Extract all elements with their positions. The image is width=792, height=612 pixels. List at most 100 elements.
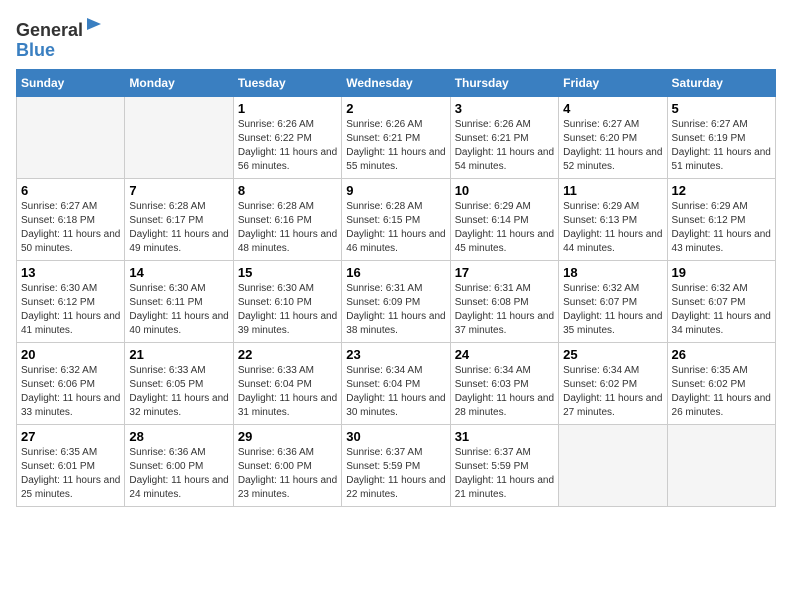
day-detail: Sunrise: 6:36 AMSunset: 6:00 PMDaylight:…: [129, 446, 228, 502]
logo: General Blue: [16, 16, 105, 61]
dow-header: Saturday: [667, 69, 775, 96]
calendar-cell: 17 Sunrise: 6:31 AMSunset: 6:08 PMDayligh…: [450, 260, 558, 342]
calendar-cell: 30 Sunrise: 6:37 AMSunset: 5:59 PMDayligh…: [342, 424, 450, 506]
day-number: 8: [238, 183, 337, 198]
calendar-cell: 2 Sunrise: 6:26 AMSunset: 6:21 PMDaylight…: [342, 96, 450, 178]
calendar-week-row: 13 Sunrise: 6:30 AMSunset: 6:12 PMDayligh…: [17, 260, 776, 342]
day-number: 29: [238, 429, 337, 444]
calendar-cell: 23 Sunrise: 6:34 AMSunset: 6:04 PMDayligh…: [342, 342, 450, 424]
day-number: 3: [455, 101, 554, 116]
day-detail: Sunrise: 6:30 AMSunset: 6:12 PMDaylight:…: [21, 282, 120, 338]
day-detail: Sunrise: 6:27 AMSunset: 6:19 PMDaylight:…: [672, 118, 771, 174]
page-header: General Blue: [16, 16, 776, 61]
calendar-cell: 5 Sunrise: 6:27 AMSunset: 6:19 PMDaylight…: [667, 96, 775, 178]
day-number: 13: [21, 265, 120, 280]
day-detail: Sunrise: 6:32 AMSunset: 6:07 PMDaylight:…: [563, 282, 662, 338]
day-detail: Sunrise: 6:31 AMSunset: 6:08 PMDaylight:…: [455, 282, 554, 338]
day-detail: Sunrise: 6:34 AMSunset: 6:02 PMDaylight:…: [563, 364, 662, 420]
day-detail: Sunrise: 6:36 AMSunset: 6:00 PMDaylight:…: [238, 446, 337, 502]
calendar-cell: [125, 96, 233, 178]
calendar-cell: 4 Sunrise: 6:27 AMSunset: 6:20 PMDaylight…: [559, 96, 667, 178]
calendar-week-row: 20 Sunrise: 6:32 AMSunset: 6:06 PMDayligh…: [17, 342, 776, 424]
calendar-cell: 14 Sunrise: 6:30 AMSunset: 6:11 PMDayligh…: [125, 260, 233, 342]
calendar-cell: 15Sunrise: 6:30 AMSunset: 6:10 PMDayligh…: [233, 260, 341, 342]
day-number: 19: [672, 265, 771, 280]
logo-flag-icon: [85, 16, 105, 36]
calendar-cell: 27 Sunrise: 6:35 AMSunset: 6:01 PMDayligh…: [17, 424, 125, 506]
day-number: 15: [238, 265, 337, 280]
days-of-week-row: SundayMondayTuesdayWednesdayThursdayFrid…: [17, 69, 776, 96]
day-detail: Sunrise: 6:32 AMSunset: 6:07 PMDaylight:…: [672, 282, 771, 338]
calendar-cell: 8 Sunrise: 6:28 AMSunset: 6:16 PMDaylight…: [233, 178, 341, 260]
day-number: 5: [672, 101, 771, 116]
calendar-cell: [17, 96, 125, 178]
day-number: 14: [129, 265, 228, 280]
day-number: 25: [563, 347, 662, 362]
day-number: 10: [455, 183, 554, 198]
calendar-week-row: 6Sunrise: 6:27 AMSunset: 6:18 PMDaylight…: [17, 178, 776, 260]
day-detail: Sunrise: 6:35 AMSunset: 6:01 PMDaylight:…: [21, 446, 120, 502]
calendar-cell: 29 Sunrise: 6:36 AMSunset: 6:00 PMDayligh…: [233, 424, 341, 506]
day-detail: Sunrise: 6:33 AMSunset: 6:05 PMDaylight:…: [129, 364, 228, 420]
day-detail: Sunrise: 6:30 AMSunset: 6:11 PMDaylight:…: [129, 282, 228, 338]
calendar-cell: 31 Sunrise: 6:37 AMSunset: 5:59 PMDayligh…: [450, 424, 558, 506]
dow-header: Wednesday: [342, 69, 450, 96]
calendar-cell: 16 Sunrise: 6:31 AMSunset: 6:09 PMDayligh…: [342, 260, 450, 342]
calendar-cell: [667, 424, 775, 506]
day-number: 11: [563, 183, 662, 198]
logo-general: General: [16, 20, 83, 40]
calendar-cell: 12Sunrise: 6:29 AMSunset: 6:12 PMDayligh…: [667, 178, 775, 260]
dow-header: Tuesday: [233, 69, 341, 96]
day-detail: Sunrise: 6:27 AMSunset: 6:20 PMDaylight:…: [563, 118, 662, 174]
day-detail: Sunrise: 6:35 AMSunset: 6:02 PMDaylight:…: [672, 364, 771, 420]
day-detail: Sunrise: 6:34 AMSunset: 6:03 PMDaylight:…: [455, 364, 554, 420]
day-detail: Sunrise: 6:28 AMSunset: 6:17 PMDaylight:…: [129, 200, 228, 256]
day-number: 2: [346, 101, 445, 116]
day-detail: Sunrise: 6:28 AMSunset: 6:15 PMDaylight:…: [346, 200, 445, 256]
calendar-cell: 11Sunrise: 6:29 AMSunset: 6:13 PMDayligh…: [559, 178, 667, 260]
day-number: 4: [563, 101, 662, 116]
day-number: 20: [21, 347, 120, 362]
day-number: 28: [129, 429, 228, 444]
calendar-cell: [559, 424, 667, 506]
day-number: 17: [455, 265, 554, 280]
day-detail: Sunrise: 6:37 AMSunset: 5:59 PMDaylight:…: [346, 446, 445, 502]
calendar-table: SundayMondayTuesdayWednesdayThursdayFrid…: [16, 69, 776, 507]
day-detail: Sunrise: 6:29 AMSunset: 6:12 PMDaylight:…: [672, 200, 771, 256]
calendar-body: 1 Sunrise: 6:26 AMSunset: 6:22 PMDaylight…: [17, 96, 776, 506]
day-number: 16: [346, 265, 445, 280]
calendar-cell: 25 Sunrise: 6:34 AMSunset: 6:02 PMDayligh…: [559, 342, 667, 424]
day-detail: Sunrise: 6:31 AMSunset: 6:09 PMDaylight:…: [346, 282, 445, 338]
calendar-cell: 21Sunrise: 6:33 AMSunset: 6:05 PMDayligh…: [125, 342, 233, 424]
calendar-cell: 22 Sunrise: 6:33 AMSunset: 6:04 PMDayligh…: [233, 342, 341, 424]
calendar-cell: 20 Sunrise: 6:32 AMSunset: 6:06 PMDayligh…: [17, 342, 125, 424]
dow-header: Monday: [125, 69, 233, 96]
calendar-cell: 10 Sunrise: 6:29 AMSunset: 6:14 PMDayligh…: [450, 178, 558, 260]
day-number: 23: [346, 347, 445, 362]
day-detail: Sunrise: 6:37 AMSunset: 5:59 PMDaylight:…: [455, 446, 554, 502]
calendar-cell: 26Sunrise: 6:35 AMSunset: 6:02 PMDayligh…: [667, 342, 775, 424]
day-number: 27: [21, 429, 120, 444]
day-number: 1: [238, 101, 337, 116]
day-detail: Sunrise: 6:33 AMSunset: 6:04 PMDaylight:…: [238, 364, 337, 420]
day-number: 31: [455, 429, 554, 444]
day-number: 30: [346, 429, 445, 444]
calendar-cell: 28 Sunrise: 6:36 AMSunset: 6:00 PMDayligh…: [125, 424, 233, 506]
day-number: 7: [129, 183, 228, 198]
day-number: 22: [238, 347, 337, 362]
day-detail: Sunrise: 6:29 AMSunset: 6:14 PMDaylight:…: [455, 200, 554, 256]
day-number: 24: [455, 347, 554, 362]
day-detail: Sunrise: 6:26 AMSunset: 6:22 PMDaylight:…: [238, 118, 337, 174]
calendar-cell: 24 Sunrise: 6:34 AMSunset: 6:03 PMDayligh…: [450, 342, 558, 424]
calendar-cell: 3Sunrise: 6:26 AMSunset: 6:21 PMDaylight…: [450, 96, 558, 178]
logo-blue: Blue: [16, 40, 55, 60]
day-detail: Sunrise: 6:28 AMSunset: 6:16 PMDaylight:…: [238, 200, 337, 256]
dow-header: Friday: [559, 69, 667, 96]
calendar-cell: 9 Sunrise: 6:28 AMSunset: 6:15 PMDaylight…: [342, 178, 450, 260]
day-detail: Sunrise: 6:32 AMSunset: 6:06 PMDaylight:…: [21, 364, 120, 420]
day-number: 9: [346, 183, 445, 198]
day-detail: Sunrise: 6:34 AMSunset: 6:04 PMDaylight:…: [346, 364, 445, 420]
dow-header: Sunday: [17, 69, 125, 96]
calendar-cell: 7 Sunrise: 6:28 AMSunset: 6:17 PMDaylight…: [125, 178, 233, 260]
day-detail: Sunrise: 6:26 AMSunset: 6:21 PMDaylight:…: [346, 118, 445, 174]
